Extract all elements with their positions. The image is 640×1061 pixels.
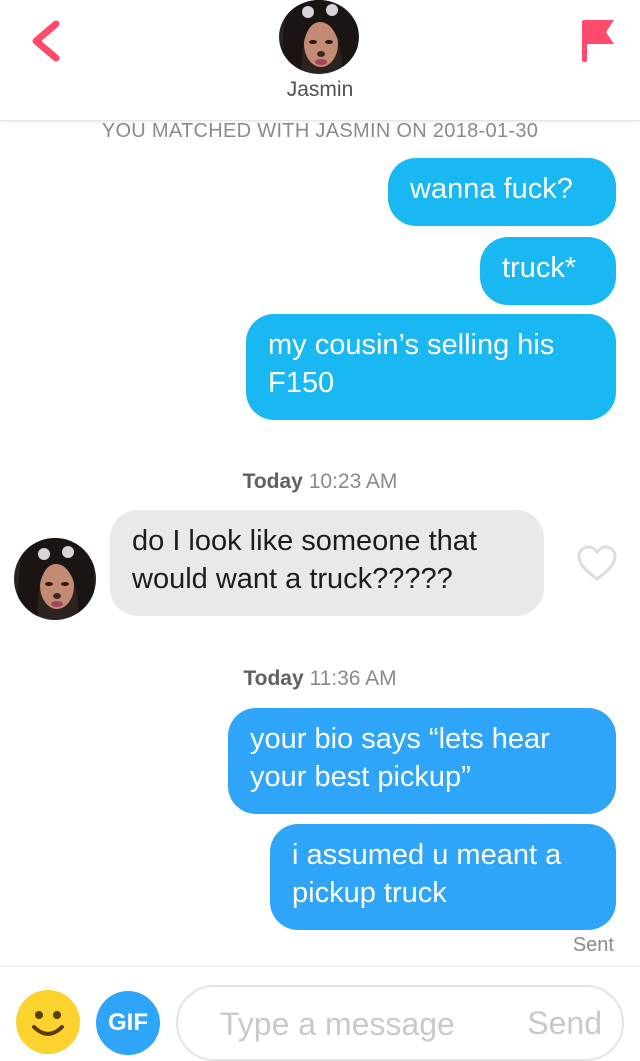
message-text: pickup truck bbox=[292, 877, 447, 909]
sent-message[interactable]: i assumed u meant a pickup truck bbox=[270, 824, 616, 930]
smiley-icon[interactable] bbox=[15, 989, 81, 1055]
sent-message[interactable]: my cousin’s selling his F150 bbox=[246, 314, 616, 420]
message-text: my cousin’s selling his bbox=[268, 329, 555, 361]
message-text: wanna fuck? bbox=[410, 173, 573, 205]
send-button[interactable]: Send bbox=[527, 987, 602, 1059]
chat-header: Jasmin bbox=[0, 0, 640, 121]
message-text: F150 bbox=[268, 367, 335, 399]
gif-button[interactable]: GIF bbox=[96, 991, 160, 1055]
message-text: do I look like someone that bbox=[132, 525, 477, 557]
message-text: your bio says “lets hear bbox=[250, 723, 550, 755]
heart-icon[interactable] bbox=[576, 544, 618, 582]
match-name: Jasmin bbox=[286, 78, 354, 101]
timestamp-time: 11:36 AM bbox=[309, 667, 397, 690]
flag-icon[interactable] bbox=[578, 16, 618, 64]
message-text: your best pickup” bbox=[250, 761, 471, 793]
message-text: truck* bbox=[502, 252, 577, 284]
delivery-status: Sent bbox=[572, 934, 614, 956]
match-date-banner: YOU MATCHED WITH JASMIN ON 2018-01-30 bbox=[101, 120, 539, 142]
received-message[interactable]: do I look like someone that would want a… bbox=[110, 510, 544, 616]
sent-message[interactable]: truck* bbox=[480, 237, 616, 305]
chevron-left-icon[interactable] bbox=[26, 18, 66, 64]
sent-message[interactable]: wanna fuck? bbox=[388, 158, 616, 226]
message-text: i assumed u meant a bbox=[292, 839, 562, 871]
timestamp-day: Today bbox=[243, 667, 304, 690]
composer-bar: GIF Send bbox=[0, 966, 640, 1061]
avatar[interactable] bbox=[278, 0, 360, 78]
message-text: would want a truck????? bbox=[132, 563, 453, 595]
timestamp: Today 10:23 AM bbox=[0, 470, 640, 494]
sent-message[interactable]: your bio says “lets hear your best picku… bbox=[228, 708, 616, 814]
avatar[interactable] bbox=[14, 538, 96, 620]
timestamp: Today 11:36 AM bbox=[0, 667, 640, 691]
timestamp-day: Today bbox=[242, 470, 303, 493]
timestamp-time: 10:23 AM bbox=[308, 470, 398, 493]
message-box: Send bbox=[176, 985, 624, 1061]
gif-label: GIF bbox=[108, 1009, 148, 1036]
message-input[interactable] bbox=[218, 987, 502, 1061]
